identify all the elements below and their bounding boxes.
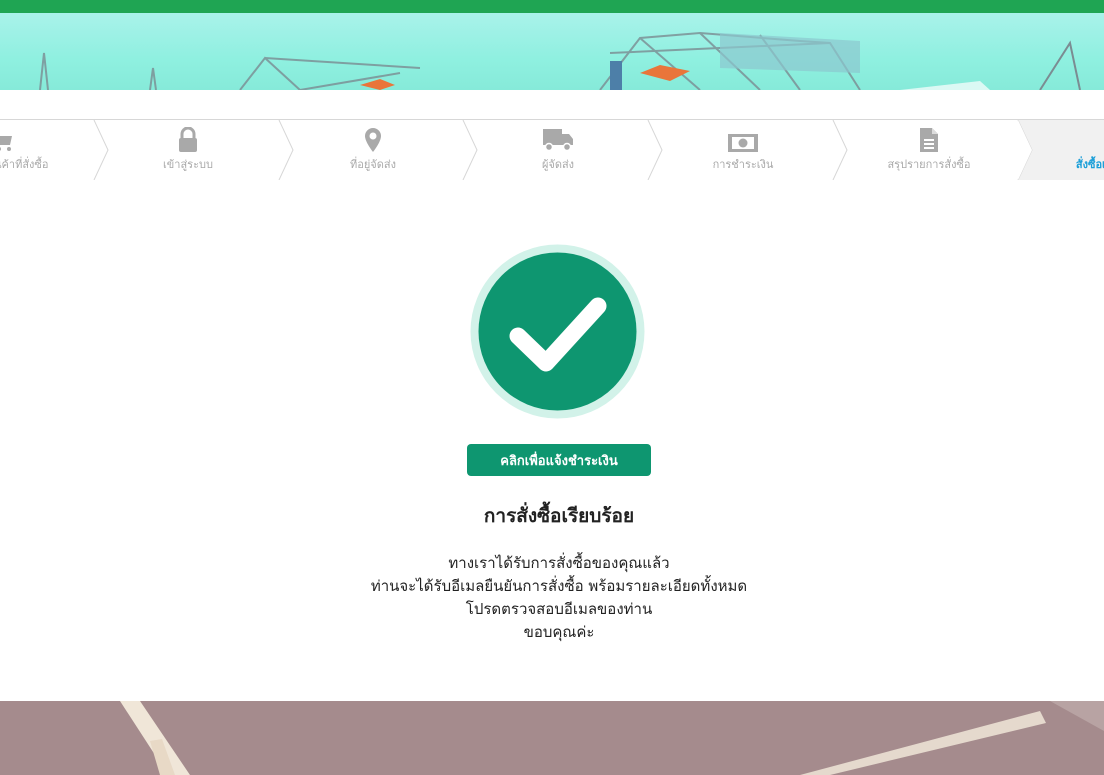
message-line: ขอบคุณค่ะ (523, 623, 595, 641)
top-accent-bar (0, 0, 1104, 13)
success-check-icon (470, 244, 645, 419)
order-complete-panel: คลิกเพื่อแจ้งชำระเงิน การสั่งซื้อเรียบร้… (0, 180, 1104, 701)
notify-payment-button[interactable]: คลิกเพื่อแจ้งชำระเงิน (467, 444, 651, 476)
checkout-steps: ตะกร้าสินค้าที่สั่งซื้อ เข้าสู่ระบบ ที่อ… (0, 119, 1104, 181)
step-dividers (93, 120, 1033, 180)
message-line: ทางเราได้รับการสั่งซื้อของคุณแล้ว (448, 554, 670, 572)
header-banner (0, 13, 1104, 90)
message-line: ท่านจะได้รับอีเมลยืนยันการสั่งซื้อ พร้อม… (370, 577, 748, 595)
order-success-message: ทางเราได้รับการสั่งซื้อของคุณแล้ว ท่านจะ… (0, 552, 1104, 644)
order-success-title: การสั่งซื้อเรียบร้อย (483, 505, 635, 527)
message-line: โปรดตรวจสอบอีเมลของท่าน (465, 600, 653, 618)
footer-road-image (0, 701, 1104, 775)
